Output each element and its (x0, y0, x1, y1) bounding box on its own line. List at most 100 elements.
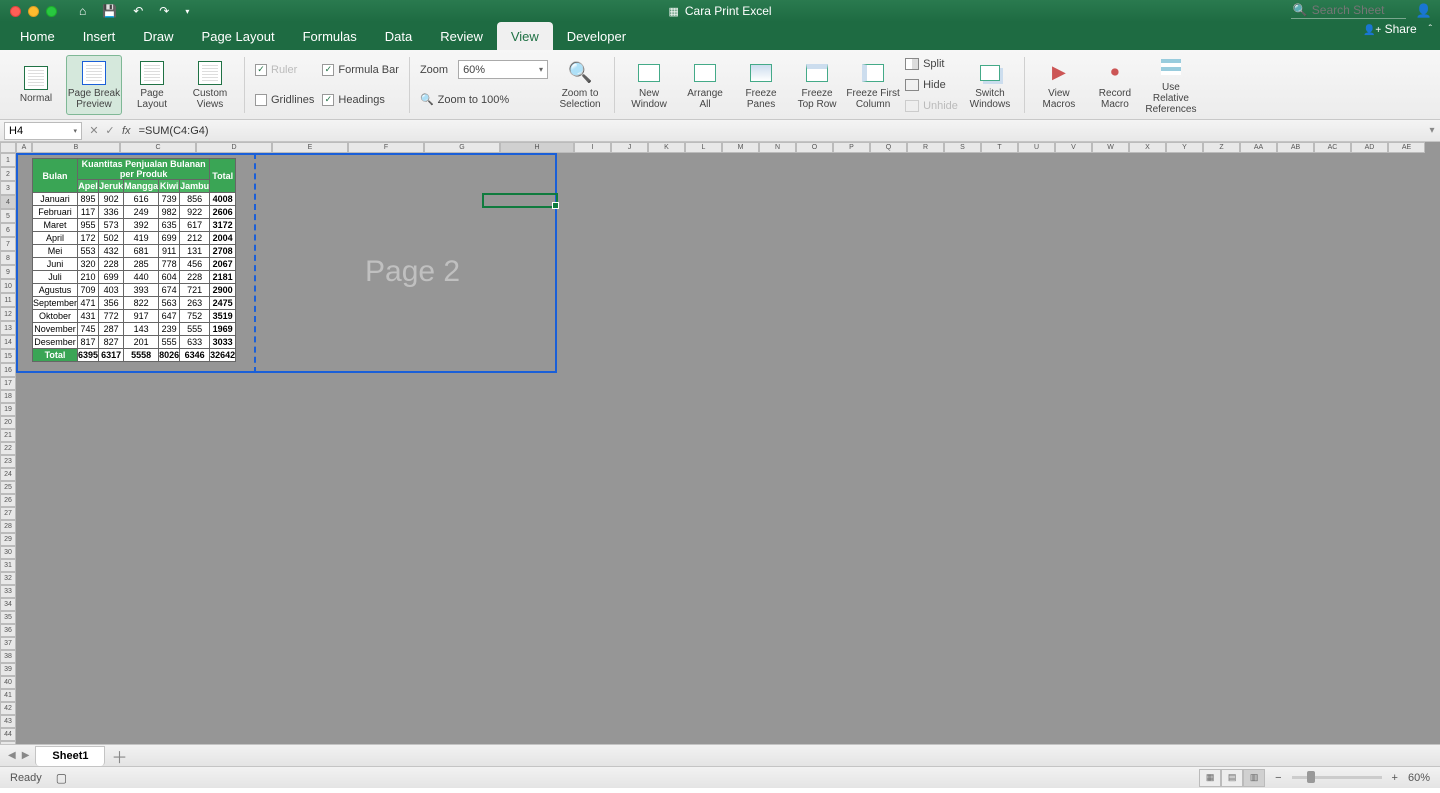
column-header-H[interactable]: H (500, 142, 574, 153)
row-header-44[interactable]: 44 (0, 728, 16, 741)
view-macros-button[interactable]: ▶View Macros (1031, 55, 1087, 115)
custom-views-button[interactable]: Custom Views (182, 55, 238, 115)
column-header-Q[interactable]: Q (870, 142, 907, 153)
row-header-11[interactable]: 11 (0, 293, 16, 307)
row-header-9[interactable]: 9 (0, 265, 16, 279)
column-header-S[interactable]: S (944, 142, 981, 153)
column-header-P[interactable]: P (833, 142, 870, 153)
row-headers[interactable]: 1234567891011121314151617181920212223242… (0, 153, 16, 744)
row-header-12[interactable]: 12 (0, 307, 16, 321)
row-header-45[interactable]: 45 (0, 741, 16, 744)
home-icon[interactable]: ⌂ (79, 4, 86, 18)
hide-button[interactable]: Hide (905, 76, 958, 94)
sheet-tab-sheet1[interactable]: Sheet1 (35, 746, 105, 766)
tab-data[interactable]: Data (371, 22, 426, 50)
tab-review[interactable]: Review (426, 22, 497, 50)
column-header-T[interactable]: T (981, 142, 1018, 153)
tab-developer[interactable]: Developer (553, 22, 640, 50)
row-header-27[interactable]: 27 (0, 507, 16, 520)
column-headers[interactable]: ABCDEFGHIJKLMNOPQRSTUVWXYZAAABACADAE (16, 142, 1425, 153)
zoom-dropdown[interactable]: 60%▾ (458, 60, 548, 79)
tab-draw[interactable]: Draw (129, 22, 187, 50)
zoom-to-selection-button[interactable]: 🔍Zoom to Selection (552, 55, 608, 115)
row-header-3[interactable]: 3 (0, 181, 16, 195)
row-header-17[interactable]: 17 (0, 377, 16, 390)
column-header-O[interactable]: O (796, 142, 833, 153)
normal-view-button[interactable]: Normal (8, 55, 64, 115)
row-header-25[interactable]: 25 (0, 481, 16, 494)
sheet-nav-prev[interactable]: ◀ (8, 750, 16, 761)
use-relative-references-button[interactable]: Use Relative References (1143, 55, 1199, 115)
row-header-24[interactable]: 24 (0, 468, 16, 481)
row-header-18[interactable]: 18 (0, 390, 16, 403)
freeze-first-column-button[interactable]: Freeze First Column (845, 55, 901, 115)
row-header-2[interactable]: 2 (0, 167, 16, 181)
row-header-31[interactable]: 31 (0, 559, 16, 572)
column-header-AB[interactable]: AB (1277, 142, 1314, 153)
tab-formulas[interactable]: Formulas (289, 22, 371, 50)
column-header-U[interactable]: U (1018, 142, 1055, 153)
zoom-slider[interactable] (1292, 776, 1382, 779)
column-header-D[interactable]: D (196, 142, 272, 153)
row-header-41[interactable]: 41 (0, 689, 16, 702)
search-sheet-box[interactable]: 🔍 (1291, 3, 1406, 19)
row-header-20[interactable]: 20 (0, 416, 16, 429)
headings-checkbox[interactable]: Headings (322, 91, 399, 109)
row-header-28[interactable]: 28 (0, 520, 16, 533)
zoom-window-button[interactable] (46, 6, 57, 17)
row-header-19[interactable]: 19 (0, 403, 16, 416)
row-header-15[interactable]: 15 (0, 349, 16, 363)
freeze-panes-button[interactable]: Freeze Panes (733, 55, 789, 115)
column-header-G[interactable]: G (424, 142, 500, 153)
page-break-line[interactable] (254, 153, 256, 373)
page-break-view-icon[interactable]: ▥ (1243, 769, 1265, 787)
column-header-X[interactable]: X (1129, 142, 1166, 153)
column-header-F[interactable]: F (348, 142, 424, 153)
undo-icon[interactable]: ↶ (133, 4, 143, 18)
arrange-all-button[interactable]: Arrange All (677, 55, 733, 115)
row-header-21[interactable]: 21 (0, 429, 16, 442)
column-header-N[interactable]: N (759, 142, 796, 153)
share-button[interactable]: 👤+ Share (1363, 22, 1417, 36)
tab-view[interactable]: View (497, 22, 553, 50)
column-header-Z[interactable]: Z (1203, 142, 1240, 153)
column-header-AA[interactable]: AA (1240, 142, 1277, 153)
row-header-5[interactable]: 5 (0, 209, 16, 223)
collapse-ribbon-icon[interactable]: ˆ (1429, 24, 1432, 35)
formula-input[interactable]: =SUM(C4:G4) (135, 125, 1424, 137)
row-header-1[interactable]: 1 (0, 153, 16, 167)
tab-page-layout[interactable]: Page Layout (188, 22, 289, 50)
formula-bar-checkbox[interactable]: Formula Bar (322, 61, 399, 79)
zoom-percentage[interactable]: 60% (1408, 772, 1430, 784)
minimize-window-button[interactable] (28, 6, 39, 17)
column-header-AE[interactable]: AE (1388, 142, 1425, 153)
sheet-nav-next[interactable]: ▶ (22, 750, 30, 761)
column-header-C[interactable]: C (120, 142, 196, 153)
freeze-top-row-button[interactable]: Freeze Top Row (789, 55, 845, 115)
row-header-38[interactable]: 38 (0, 650, 16, 663)
row-header-37[interactable]: 37 (0, 637, 16, 650)
row-header-22[interactable]: 22 (0, 442, 16, 455)
column-header-V[interactable]: V (1055, 142, 1092, 153)
select-all-corner[interactable] (0, 142, 16, 153)
row-header-14[interactable]: 14 (0, 335, 16, 349)
record-macro-button[interactable]: ⏺Record Macro (1087, 55, 1143, 115)
row-header-26[interactable]: 26 (0, 494, 16, 507)
search-input[interactable] (1312, 3, 1402, 17)
close-window-button[interactable] (10, 6, 21, 17)
save-icon[interactable]: 💾 (102, 4, 117, 18)
row-header-6[interactable]: 6 (0, 223, 16, 237)
page-layout-view-button[interactable]: Page Layout (124, 55, 180, 115)
fx-icon[interactable]: fx (122, 125, 131, 137)
cancel-formula-icon[interactable]: ✕ (86, 124, 102, 137)
row-header-40[interactable]: 40 (0, 676, 16, 689)
page-break-preview-button[interactable]: Page Break Preview (66, 55, 122, 115)
tab-insert[interactable]: Insert (69, 22, 130, 50)
row-header-8[interactable]: 8 (0, 251, 16, 265)
row-header-7[interactable]: 7 (0, 237, 16, 251)
add-sheet-button[interactable]: ＋ (111, 744, 127, 768)
normal-view-icon[interactable]: ▦ (1199, 769, 1221, 787)
row-header-32[interactable]: 32 (0, 572, 16, 585)
row-header-10[interactable]: 10 (0, 279, 16, 293)
gridlines-checkbox[interactable]: Gridlines (255, 91, 314, 109)
